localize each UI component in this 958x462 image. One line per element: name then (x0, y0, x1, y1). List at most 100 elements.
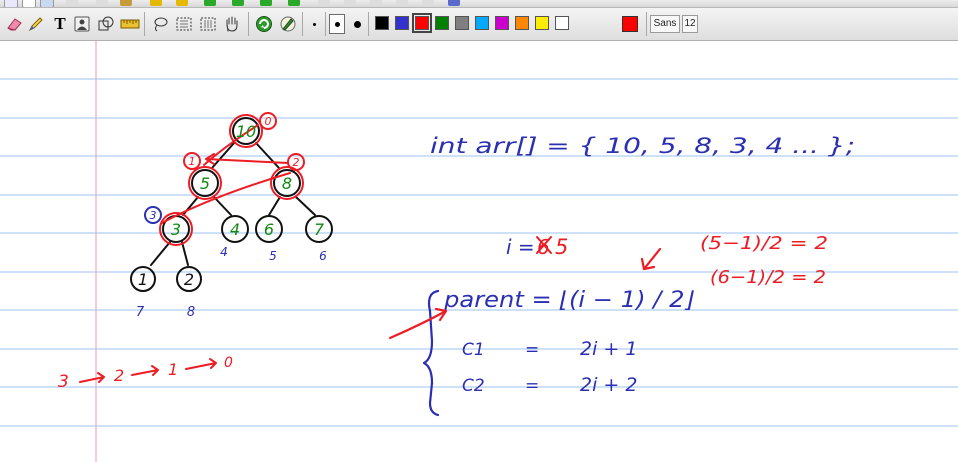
node-label-2: 2 (184, 270, 194, 289)
index-label-3: 3 (150, 209, 157, 222)
color-swatch[interactable] (495, 16, 509, 30)
pointer-arrow (388, 309, 448, 340)
tree-edge (150, 241, 171, 266)
select-rect-icon[interactable] (174, 14, 194, 34)
hand-icon[interactable] (222, 14, 242, 34)
index-label-5: 5 (269, 249, 277, 263)
node-label-5: 5 (200, 174, 210, 193)
toolbar-separator (302, 12, 303, 36)
color-swatch[interactable] (395, 16, 409, 30)
parent-formula: parent = ⌊(i − 1) / 2⌋ (443, 288, 695, 313)
toolbar-separator (325, 12, 326, 36)
tree-edge (213, 196, 232, 216)
tools-toolbar: T Sans 12 (0, 8, 958, 41)
calc-six: (6−1)/2 = 2 (710, 267, 826, 288)
ruler-icon[interactable] (120, 14, 140, 34)
c2-equals: = (525, 376, 539, 396)
paste-icon[interactable] (120, 0, 132, 6)
toolbar-separator (368, 12, 369, 36)
node-label-1: 1 (138, 270, 148, 289)
zoom-in-icon[interactable] (344, 0, 356, 6)
zoom-out-icon[interactable] (318, 0, 330, 6)
index-label-8: 8 (187, 305, 195, 320)
c2-formula: 2i + 2 (580, 374, 637, 396)
text-icon[interactable]: T (50, 14, 70, 34)
copy-icon[interactable] (96, 0, 108, 6)
drawing-canvas[interactable]: 1 0 5 8 3 4 6 7 1 2 0 1 2 3 4 5 6 7 8 int… (0, 41, 958, 462)
undo-icon[interactable] (150, 0, 162, 6)
current-color-indicator (622, 16, 638, 32)
chain-1: 1 (168, 360, 178, 379)
eraser-icon[interactable] (4, 14, 24, 34)
font-size-button[interactable]: 12 (682, 15, 698, 33)
next-page-icon[interactable] (260, 0, 272, 6)
tree-edge (181, 241, 189, 266)
lasso-icon[interactable] (150, 14, 170, 34)
index-label-0: 0 (265, 115, 272, 128)
pen-icon[interactable] (448, 0, 460, 6)
index-label-4: 4 (220, 245, 228, 259)
node-label-7: 7 (314, 220, 325, 239)
color-swatch[interactable] (535, 16, 549, 30)
index-label-1: 1 (189, 155, 196, 168)
c1-formula: 2i + 1 (580, 338, 637, 360)
index-label-7: 7 (136, 305, 145, 320)
index-label-6: 6 (319, 249, 327, 263)
node-label-8: 8 (282, 174, 292, 193)
medium-thickness-button[interactable] (329, 14, 345, 34)
select-region-icon[interactable] (198, 14, 218, 34)
color-swatch[interactable] (412, 13, 432, 33)
node-label-3: 3 (171, 220, 181, 239)
autofill-icon[interactable] (254, 14, 274, 34)
new-page-icon[interactable] (4, 0, 18, 7)
chain-arrow-2 (131, 365, 159, 376)
color-swatch[interactable] (455, 16, 469, 30)
chain-3: 3 (58, 372, 69, 392)
prev-page-icon[interactable] (232, 0, 244, 6)
zoom-fit-icon[interactable] (370, 0, 382, 6)
top-toolbar (0, 0, 958, 8)
save-icon[interactable] (40, 0, 54, 7)
fullscreen-icon[interactable] (396, 0, 408, 6)
first-page-icon[interactable] (204, 0, 216, 6)
node-label-4: 4 (230, 220, 240, 239)
shape-recognizer-icon[interactable] (278, 14, 298, 34)
cut-icon[interactable] (66, 0, 78, 6)
image-icon[interactable] (72, 14, 92, 34)
color-swatch[interactable] (555, 16, 569, 30)
font-name-button[interactable]: Sans (650, 15, 680, 33)
color-swatch[interactable] (475, 16, 489, 30)
chain-0: 0 (224, 355, 233, 371)
highlighter-icon[interactable] (26, 14, 46, 34)
i-label: i = (506, 235, 535, 259)
thick-thickness-button[interactable] (349, 14, 365, 34)
c2-label: C2 (462, 376, 485, 396)
color-swatch[interactable] (515, 16, 529, 30)
open-icon[interactable] (22, 0, 36, 7)
toolbar-separator (248, 12, 249, 36)
calc-five: (5−1)/2 = 2 (700, 233, 828, 254)
tree-edge (268, 196, 281, 216)
i-value: 5 (555, 235, 568, 259)
redo-icon[interactable] (176, 0, 188, 6)
handwritten-notes: 1 0 5 8 3 4 6 7 1 2 0 1 2 3 4 5 6 7 8 int… (58, 115, 855, 396)
zoom-normal-icon[interactable] (422, 0, 434, 6)
chain-arrow-3 (185, 358, 217, 370)
shapes-icon[interactable] (96, 14, 116, 34)
color-swatch[interactable] (435, 16, 449, 30)
toolbar-separator (144, 12, 145, 36)
node-label-6: 6 (264, 220, 274, 239)
binary-tree (130, 112, 333, 292)
color-swatch[interactable] (375, 16, 389, 30)
index-label-2: 2 (293, 156, 300, 169)
array-declaration: int arr[] = { 10, 5, 8, 3, 4 ... }; (430, 134, 855, 158)
toolbar-separator (646, 12, 647, 36)
thin-thickness-button[interactable] (306, 14, 322, 34)
c1-equals: = (525, 340, 539, 360)
ink-strokes (79, 236, 662, 417)
last-page-icon[interactable] (288, 0, 300, 6)
c1-label: C1 (462, 340, 485, 360)
tree-edge (295, 196, 316, 216)
formula-arrow (642, 247, 662, 271)
chain-2: 2 (114, 366, 124, 385)
